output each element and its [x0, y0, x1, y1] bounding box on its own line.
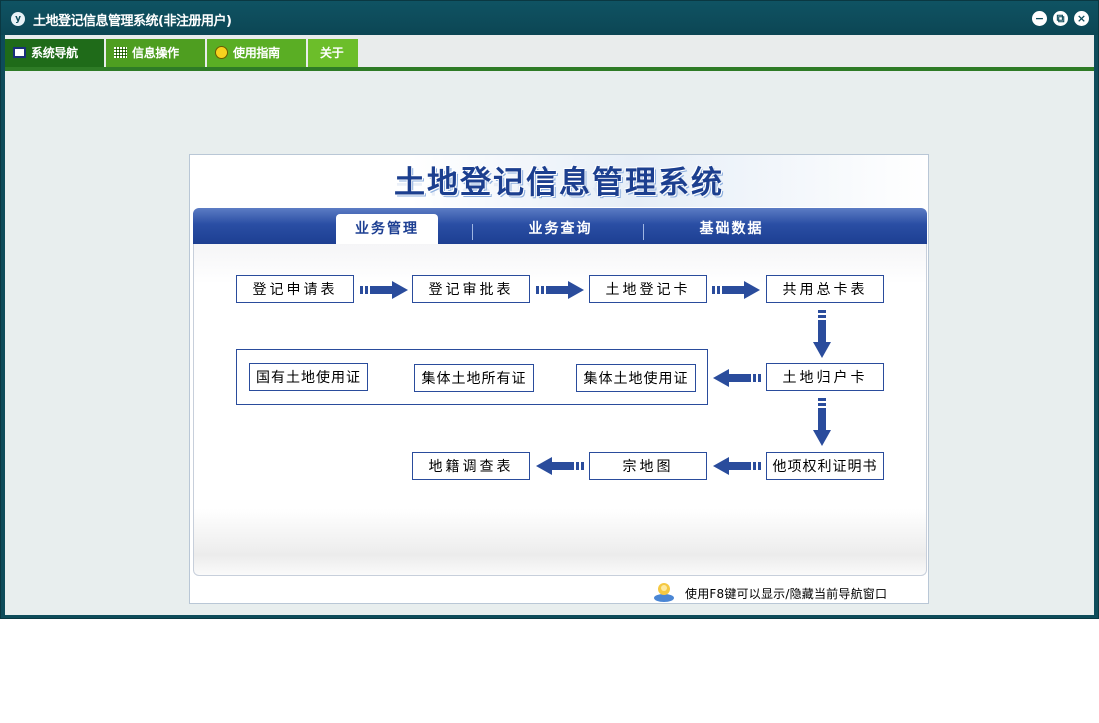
logo-banner: 土地登记信息管理系统 土地登记信息管理系统 — [190, 155, 928, 207]
menu-about[interactable]: 关于 — [308, 39, 358, 67]
app-logo-icon: y — [11, 12, 25, 26]
window-title: 土地登记信息管理系统(非注册用户) — [33, 14, 232, 29]
menu-user-guide[interactable]: 使用指南 — [207, 39, 306, 67]
hint-bar: 使用F8键可以显示/隐藏当前导航窗口 — [190, 582, 928, 604]
tab-separator — [472, 224, 473, 240]
flow-state-land-use-cert[interactable]: 国有土地使用证 — [249, 363, 368, 391]
title-bar: y 土地登记信息管理系统(非注册用户) − ⧉ × — [1, 1, 1098, 35]
flow-shared-summary-card[interactable]: 共用总卡表 — [766, 275, 884, 303]
help-icon — [215, 46, 228, 59]
minimize-button[interactable]: − — [1032, 11, 1047, 26]
tab-business-management[interactable]: 业务管理 — [336, 214, 438, 244]
menu-label: 使用指南 — [233, 46, 280, 60]
monitor-icon — [13, 47, 26, 58]
menu-label: 信息操作 — [132, 46, 179, 60]
arrow-right-icon — [712, 281, 760, 299]
logo-title: 土地登记信息管理系统 — [394, 165, 724, 201]
flow-other-rights-certificate[interactable]: 他项权利证明书 — [766, 452, 884, 480]
menu-system-nav[interactable]: 系统导航 — [5, 39, 104, 67]
flow-registration-application[interactable]: 登记申请表 — [236, 275, 354, 303]
flow-parcel-map[interactable]: 宗地图 — [589, 452, 707, 480]
tab-business-query[interactable]: 业务查询 — [508, 214, 613, 244]
flow-collective-land-use-cert[interactable]: 集体土地使用证 — [576, 364, 696, 392]
arrow-left-icon — [713, 369, 761, 387]
flow-land-registration-card[interactable]: 土地登记卡 — [589, 275, 707, 303]
restore-button[interactable]: ⧉ — [1053, 11, 1068, 26]
close-button[interactable]: × — [1074, 11, 1089, 26]
arrow-left-icon — [536, 457, 584, 475]
menu-info-operation[interactable]: 信息操作 — [106, 39, 205, 67]
flow-land-household-card[interactable]: 土地归户卡 — [766, 363, 884, 391]
arrow-right-icon — [536, 281, 584, 299]
menu-label: 关于 — [320, 46, 344, 60]
tab-separator — [643, 224, 644, 240]
hint-text: 使用F8键可以显示/隐藏当前导航窗口 — [685, 587, 888, 601]
arrow-right-icon — [360, 281, 408, 299]
grid-icon — [114, 47, 127, 58]
workflow-area: 登记申请表 登记审批表 土地登记卡 共用总卡表 国有土地使用证 集体土地所有证 … — [193, 244, 927, 576]
arrow-left-icon — [713, 457, 761, 475]
tab-base-data[interactable]: 基础数据 — [679, 214, 784, 244]
arrow-down-icon — [813, 310, 831, 358]
flow-collective-land-ownership-cert[interactable]: 集体土地所有证 — [414, 364, 534, 392]
navigation-panel: 土地登记信息管理系统 土地登记信息管理系统 业务管理 业务查询 基础数据 登记申… — [189, 154, 929, 604]
app-window: y 土地登记信息管理系统(非注册用户) − ⧉ × 系统导航 信息操作 使用指南… — [0, 0, 1099, 619]
menu-label: 系统导航 — [31, 46, 78, 60]
flow-cadastral-survey[interactable]: 地籍调查表 — [412, 452, 530, 480]
tab-bar: 业务管理 业务查询 基础数据 — [193, 208, 927, 244]
flow-registration-approval[interactable]: 登记审批表 — [412, 275, 530, 303]
user-icon — [654, 583, 674, 602]
arrow-down-icon — [813, 398, 831, 446]
